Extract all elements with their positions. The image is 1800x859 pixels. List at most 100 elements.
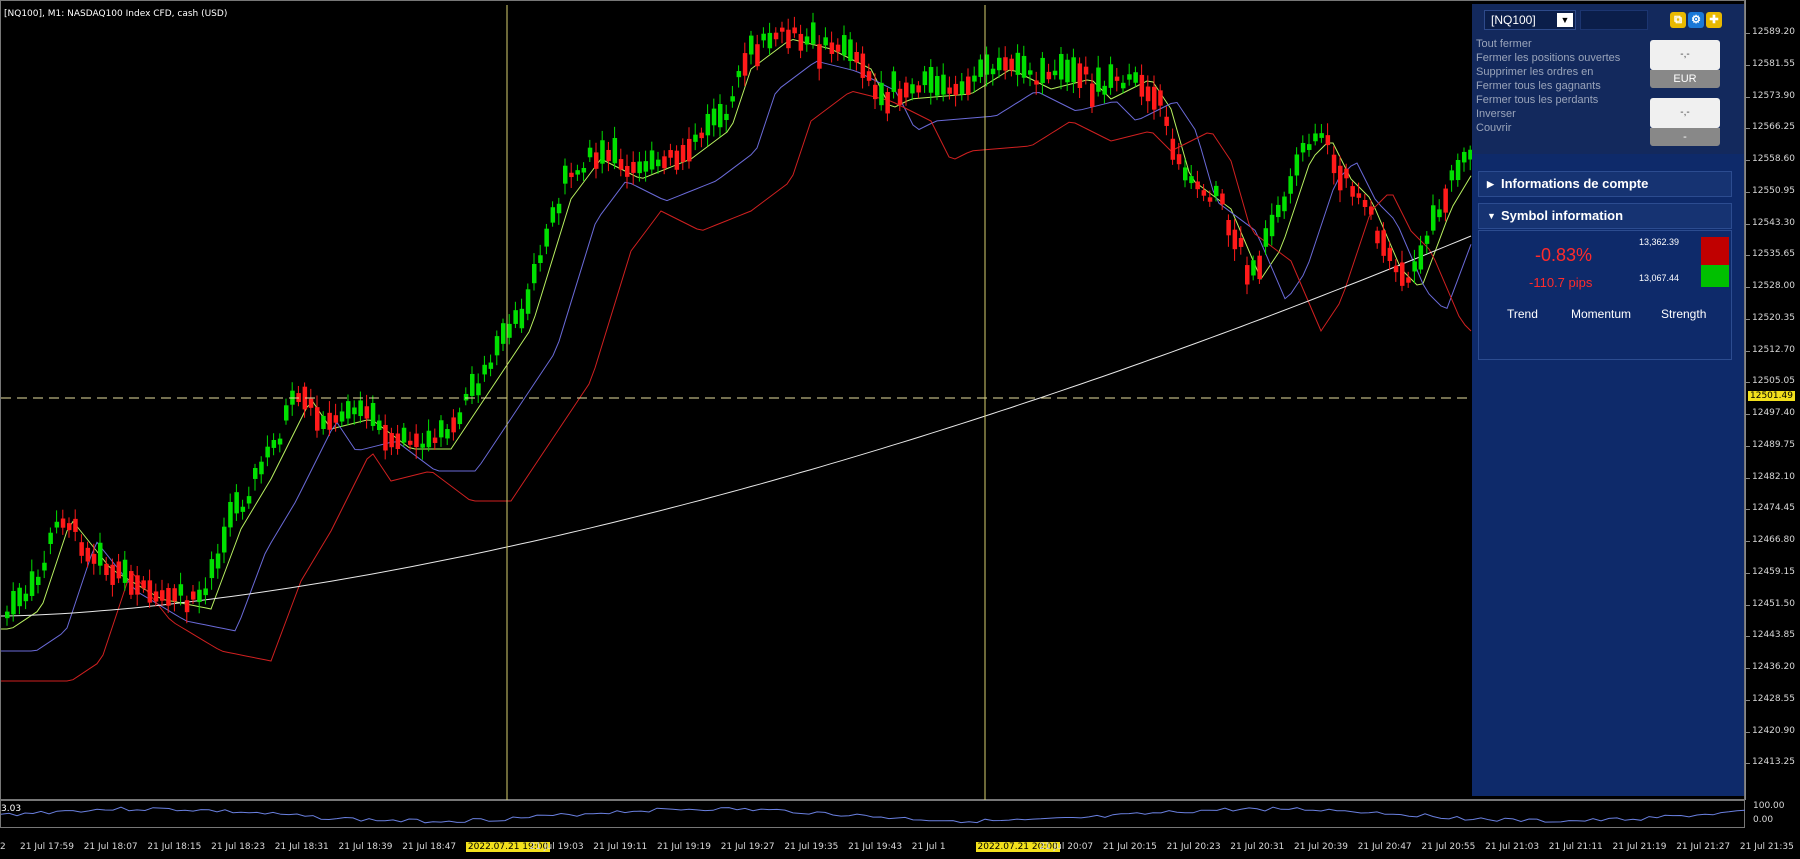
metric-trend: Trend: [1507, 307, 1538, 321]
action-close-open-positions[interactable]: Fermer les positions ouvertes: [1476, 52, 1620, 64]
price-tick: [1746, 64, 1750, 66]
price-tick: [1746, 541, 1750, 542]
oscillator-axis-bottom: 0.00: [1753, 815, 1774, 825]
symbol-select-value: [NQ100]: [1491, 13, 1536, 27]
trade-panel: [NQ100] ▼ ⧉ ⚙ ✚ Tout fermer Fermer les p…: [1472, 4, 1744, 796]
time-label: 21 Jul 21:27: [1676, 842, 1731, 852]
time-label: 21 Jul 20:31: [1230, 842, 1285, 852]
time-label: 21 Jul 21:11: [1548, 842, 1603, 852]
time-label: 21 Jul 19:43: [848, 842, 903, 852]
price-label: 12459.15: [1752, 566, 1795, 577]
price-tick: [1746, 668, 1750, 669]
oscillator-axis-top: 100.00: [1753, 801, 1785, 811]
price-tick: [1746, 223, 1750, 225]
symbol-search-input[interactable]: [1580, 10, 1648, 30]
action-delete-orders[interactable]: Supprimer les ordres en: [1476, 66, 1593, 78]
chevron-down-icon[interactable]: ▼: [1557, 13, 1573, 27]
time-label: 21 Jul 17:59: [20, 842, 74, 852]
time-label: 21 Jul 18:23: [211, 842, 266, 852]
time-label: 21 Jul 19:27: [720, 842, 775, 852]
price-tick: [1746, 414, 1750, 415]
action-close-all[interactable]: Tout fermer: [1476, 38, 1532, 50]
price-tick: [1746, 477, 1750, 479]
price-label: 12428.55: [1752, 693, 1795, 704]
price-label: 12581.55: [1752, 58, 1795, 69]
price-label: 12543.30: [1752, 217, 1795, 228]
high-indicator: [1701, 237, 1729, 265]
action-close-winners[interactable]: Fermer tous les gagnants: [1476, 80, 1601, 92]
section-symbol-title: Symbol information: [1501, 208, 1624, 223]
price-label: 12573.90: [1752, 90, 1795, 101]
price-tick: [1746, 287, 1750, 288]
metric-momentum: Momentum: [1571, 307, 1632, 321]
time-label: 21 Jul 18:07: [83, 842, 138, 852]
price-label: 12474.45: [1752, 503, 1795, 514]
time-label: 21 Jul 1: [911, 842, 946, 852]
time-label: 21 Jul 21:03: [1485, 842, 1540, 852]
price-tick: [1746, 255, 1750, 257]
symbol-select[interactable]: [NQ100] ▼: [1484, 10, 1576, 30]
price-label: 12489.75: [1752, 439, 1795, 450]
time-label: 21 Jul 20:15: [1102, 842, 1157, 852]
price-label: 12550.95: [1752, 185, 1795, 196]
time-label: 21 Jul 20:47: [1357, 842, 1412, 852]
price-label: 12413.25: [1752, 757, 1795, 768]
price-label: 12558.60: [1752, 154, 1795, 164]
time-label: 21 Jul 18:31: [274, 842, 329, 852]
time-label: 21 Jul 19:03: [529, 842, 584, 852]
price-label: 12589.20: [1752, 27, 1795, 37]
chart-title: [NQ100], M1: NASDAQ100 Index CFD, cash (…: [4, 9, 228, 19]
action-hedge[interactable]: Couvrir: [1476, 122, 1511, 134]
panel-actions-area: [NQ100] ▼ ⧉ ⚙ ✚ Tout fermer Fermer les p…: [1472, 4, 1744, 154]
price-label: 12497.40: [1752, 408, 1795, 418]
section-account-title: Informations de compte: [1501, 176, 1649, 191]
section-account-info[interactable]: ▶ Informations de compte: [1478, 171, 1732, 197]
time-label: 21 Jul 18:47: [402, 842, 457, 852]
loss-button[interactable]: -,-: [1650, 98, 1720, 128]
price-tick: [1746, 763, 1750, 765]
price-tick: [1746, 33, 1750, 34]
price-axis[interactable]: 12501.49 12589.20 12581.55 12573.90 12566.2…: [1745, 0, 1800, 800]
current-price-marker: 12501.49: [1748, 391, 1795, 401]
price-label: 12505.05: [1752, 376, 1795, 387]
price-tick: [1746, 382, 1750, 384]
time-label: 21 Jul 19:11: [593, 842, 648, 852]
price-label: 12566.25: [1752, 122, 1795, 133]
gear-icon[interactable]: ⚙: [1688, 12, 1704, 28]
expand-icon[interactable]: ✚: [1706, 12, 1722, 28]
time-label: 21 Jul 18:39: [338, 842, 393, 852]
time-label: 21 Jul 21:35: [1739, 842, 1794, 852]
change-pips: -110.7 pips: [1529, 275, 1593, 290]
loss-sub-label: -: [1650, 128, 1720, 146]
profit-button[interactable]: -,-: [1650, 40, 1720, 70]
oscillator-axis: 100.00 0.00: [1745, 800, 1800, 828]
low-value: 13,067.44: [1639, 273, 1680, 283]
price-label: 12451.50: [1752, 598, 1795, 609]
time-label: 21 Jul 19:35: [784, 842, 839, 852]
price-tick: [1746, 350, 1750, 352]
oscillator-subwindow[interactable]: 3.03: [0, 800, 1746, 828]
action-reverse[interactable]: Inverser: [1476, 108, 1516, 120]
price-tick: [1746, 160, 1750, 161]
time-axis[interactable]: 2 21 Jul 17:59 21 Jul 18:07 21 Jul 18:15 21…: [0, 828, 1800, 859]
change-percent: -0.83%: [1535, 245, 1593, 265]
price-label: 12482.10: [1752, 471, 1795, 482]
price-label: 12466.80: [1752, 535, 1795, 545]
price-tick: [1746, 604, 1750, 606]
oscillator-value-label: 3.03: [1, 804, 22, 814]
price-tick: [1746, 509, 1750, 511]
price-tick: [1746, 96, 1750, 98]
metric-strength: Strength: [1661, 307, 1707, 321]
copy-icon[interactable]: ⧉: [1670, 12, 1686, 28]
price-label: 12420.90: [1752, 725, 1795, 736]
time-label: 21 Jul 19:19: [657, 842, 711, 852]
currency-label: EUR: [1650, 70, 1720, 88]
price-label: 12528.00: [1752, 281, 1795, 291]
time-label: 21 Jul 20:23: [1166, 842, 1221, 852]
low-indicator: [1701, 265, 1729, 287]
section-symbol-info[interactable]: ▼ Symbol information: [1478, 203, 1732, 229]
action-close-losers[interactable]: Fermer tous les perdants: [1476, 94, 1598, 106]
price-label: 12512.70: [1752, 344, 1795, 355]
price-label: 12520.35: [1752, 312, 1795, 323]
price-label: 12436.20: [1752, 662, 1795, 672]
